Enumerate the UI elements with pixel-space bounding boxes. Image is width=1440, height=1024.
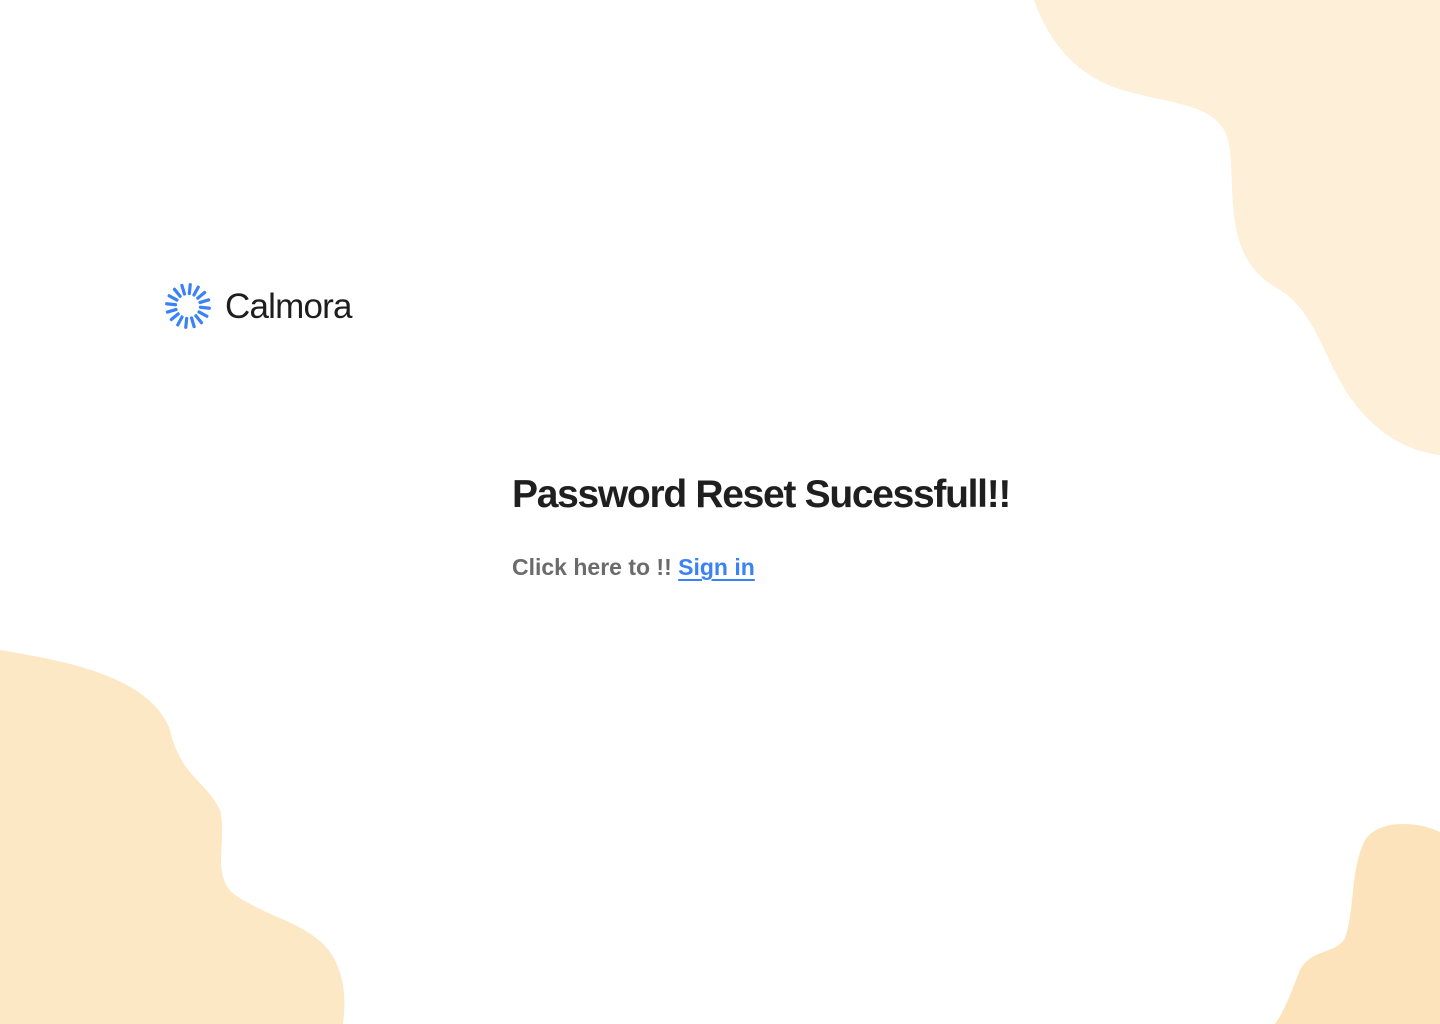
page-title: Password Reset Sucessfull!! bbox=[512, 473, 1011, 516]
sign-in-link[interactable]: Sign in bbox=[678, 554, 755, 580]
decorative-blob-bottom-left bbox=[0, 650, 345, 1024]
brand-logo: Calmora bbox=[163, 281, 352, 331]
decorative-blob-bottom-right bbox=[1275, 823, 1440, 1024]
sunburst-icon bbox=[165, 283, 211, 329]
brand-name: Calmora bbox=[225, 286, 352, 326]
reset-success-panel: Password Reset Sucessfull!! Click here t… bbox=[512, 470, 1011, 582]
signin-prompt-line: Click here to !! Sign in bbox=[512, 552, 1010, 582]
decorative-blob-top-right bbox=[1034, 0, 1440, 455]
signin-prompt-text: Click here to !! bbox=[512, 554, 672, 580]
